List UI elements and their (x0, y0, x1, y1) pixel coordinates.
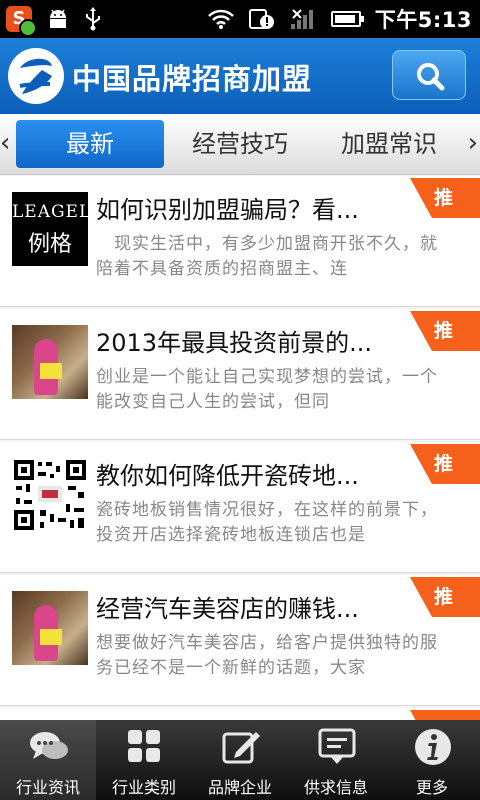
badge-label: 推 (434, 453, 454, 475)
usb-icon (86, 7, 100, 31)
article-thumbnail (12, 591, 88, 665)
nav-label: 供求信息 (303, 778, 368, 797)
nav-label: 更多 (415, 778, 448, 797)
status-clock: 下午5:13 (374, 8, 472, 32)
recommended-badge: 推 (410, 577, 480, 617)
bottom-navigation: 行业资讯 行业类别 品牌企业 供求信息 更多 (0, 720, 480, 800)
nav-more[interactable]: 更多 (384, 720, 480, 800)
nav-supply-demand[interactable]: 供求信息 (288, 720, 384, 800)
thumbnail-brand-en: LEAGEL (12, 202, 92, 222)
signal-icon (290, 9, 313, 29)
badge-label: 推 (434, 586, 454, 608)
article-summary: 想要做好汽车美容店，给客户提供独特的服务已经不是一个新鲜的话题，大家 (96, 633, 438, 678)
tab-franchise-basics[interactable]: 加盟常识 (330, 120, 448, 168)
nav-industry-categories[interactable]: 行业类别 (96, 720, 192, 800)
qr-code-icon (12, 458, 88, 532)
list-item[interactable]: LEAGEL 例格 如何识别加盟骗局？看... 现实生活中，有多少加盟商开张不久… (0, 176, 480, 307)
nav-label: 品牌企业 (207, 778, 272, 797)
chat-bubbles-icon (30, 732, 68, 759)
app-notification-icon: S (6, 6, 37, 37)
alert-icon (248, 9, 274, 29)
badge-label: 推 (434, 320, 454, 342)
list-item[interactable]: 经营汽车美容店的赚钱... 想要做好汽车美容店，给客户提供独特的服务已经不是一个… (0, 575, 480, 706)
list-item[interactable] (0, 708, 480, 720)
search-icon (417, 63, 445, 91)
android-icon (50, 9, 66, 28)
wifi-icon (207, 9, 234, 29)
article-list: LEAGEL 例格 如何识别加盟骗局？看... 现实生活中，有多少加盟商开张不久… (0, 176, 480, 720)
article-summary: 创业是一个能让自己实现梦想的尝试，一个能改变自己人生的尝试，但同 (96, 367, 438, 412)
badge-label: 推 (434, 187, 454, 209)
tab-latest[interactable]: 最新 (16, 120, 164, 168)
edit-icon (222, 732, 260, 764)
recommended-badge: 推 (410, 178, 480, 218)
message-icon (318, 728, 356, 764)
list-item[interactable]: 2013年最具投资前景的... 创业是一个能让自己实现梦想的尝试，一个能改变自己… (0, 309, 480, 440)
battery-icon (330, 11, 364, 27)
article-title: 2013年最具投资前景的... (96, 329, 372, 357)
nav-brand-companies[interactable]: 品牌企业 (192, 720, 288, 800)
tab-business-tips[interactable]: 经营技巧 (178, 120, 302, 168)
nav-label: 行业资讯 (15, 778, 80, 797)
article-summary: 现实生活中，有多少加盟商开张不久，就陪着不具备资质的招商盟主、连 (96, 234, 438, 279)
article-thumbnail: LEAGEL 例格 (12, 192, 92, 266)
recommended-badge (410, 710, 480, 720)
info-icon (415, 729, 451, 765)
recommended-badge: 推 (410, 444, 480, 484)
nav-industry-news[interactable]: 行业资讯 (0, 720, 96, 800)
article-title: 经营汽车美容店的赚钱... (96, 595, 359, 623)
article-summary: 瓷砖地板销售情况很好，在这样的前景下，投资开店选择瓷砖地板连锁店也是 (96, 500, 438, 545)
nav-label: 行业类别 (111, 778, 176, 797)
app-header: 中国品牌招商加盟 (0, 38, 480, 114)
chevron-left-icon[interactable]: ‹ (0, 128, 10, 158)
category-tabs: ‹ 最新 经营技巧 加盟常识 › (0, 114, 480, 175)
article-title: 教你如何降低开瓷砖地... (96, 462, 359, 490)
chevron-right-icon[interactable]: › (468, 128, 478, 158)
brand-logo-icon (8, 48, 64, 104)
article-title: 如何识别加盟骗局？看... (96, 196, 359, 224)
thumbnail-brand-zh: 例格 (27, 232, 72, 257)
list-item[interactable]: 教你如何降低开瓷砖地... 瓷砖地板销售情况很好，在这样的前景下，投资开店选择瓷… (0, 442, 480, 573)
search-button[interactable] (392, 50, 466, 100)
article-thumbnail (12, 325, 88, 399)
status-bar: S 下午5:13 (0, 0, 480, 38)
grid-icon (128, 730, 160, 762)
recommended-badge: 推 (410, 311, 480, 351)
app-title: 中国品牌招商加盟 (72, 62, 313, 96)
